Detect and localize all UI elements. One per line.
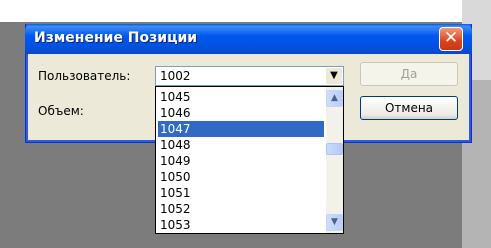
dropdown-scrollbar[interactable]: ▲ ▼ — [326, 87, 343, 233]
dialog-titlebar[interactable]: Изменение Позиции ✕ — [25, 24, 472, 54]
dropdown-item[interactable]: 1049 — [158, 153, 324, 169]
volume-label: Объем: — [38, 104, 84, 118]
scroll-down-icon[interactable]: ▼ — [326, 214, 343, 231]
user-combobox-value: 1002 — [160, 69, 191, 83]
ok-button[interactable]: Да — [360, 62, 458, 86]
chevron-down-icon[interactable]: ▼ — [326, 68, 342, 84]
user-combobox[interactable]: 1002 ▼ — [155, 66, 344, 86]
close-icon[interactable]: ✕ — [439, 27, 463, 51]
scrollbar-thumb[interactable] — [326, 143, 343, 155]
dropdown-item[interactable]: 1046 — [158, 105, 324, 121]
dropdown-item[interactable]: 1051 — [158, 185, 324, 201]
cancel-button[interactable]: Отмена — [360, 96, 458, 120]
scroll-up-icon[interactable]: ▲ — [326, 90, 343, 107]
dropdown-item-selected[interactable]: 1047 — [158, 121, 324, 137]
user-label: Пользователь: — [38, 69, 131, 83]
dropdown-item[interactable]: 1052 — [158, 201, 324, 217]
dropdown-item[interactable]: 1048 — [158, 137, 324, 153]
dropdown-item[interactable]: 1053 — [158, 217, 324, 233]
dropdown-item[interactable]: 1050 — [158, 169, 324, 185]
user-dropdown-list[interactable]: 1045 1046 1047 1048 1049 1050 1051 1052 … — [155, 86, 344, 234]
dialog-title: Изменение Позиции — [34, 30, 198, 46]
dropdown-item[interactable]: 1045 — [158, 89, 324, 105]
